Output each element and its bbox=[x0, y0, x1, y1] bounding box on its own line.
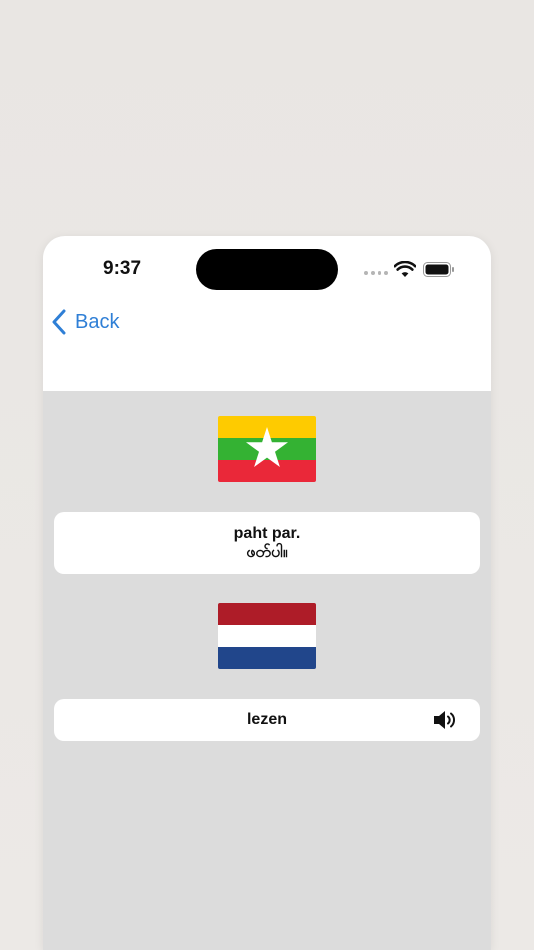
status-time: 9:37 bbox=[103, 258, 142, 279]
wifi-icon bbox=[394, 261, 416, 277]
burmese-script-text: ဖတ်ပါ။ bbox=[246, 544, 288, 561]
back-button[interactable]: Back bbox=[51, 308, 119, 336]
dutch-word-text: lezen bbox=[246, 711, 287, 728]
dynamic-island bbox=[196, 249, 338, 290]
speaker-icon[interactable] bbox=[432, 709, 456, 731]
source-phrase-card[interactable]: paht par. ဖတ်ပါ။ bbox=[54, 512, 480, 574]
battery-icon bbox=[423, 262, 454, 277]
romanization-text: paht par. bbox=[233, 525, 301, 542]
phone-screen: 9:37 Back paht par. ဖတ်ပါ။ lezen bbox=[43, 236, 491, 950]
target-word-card[interactable]: lezen bbox=[54, 699, 480, 741]
back-label: Back bbox=[75, 310, 120, 333]
chevron-left-icon bbox=[52, 309, 66, 335]
cellular-dots-icon bbox=[364, 271, 388, 277]
myanmar-flag-icon bbox=[218, 416, 316, 482]
navigation-header: 9:37 Back bbox=[43, 236, 491, 391]
netherlands-flag-icon bbox=[218, 603, 316, 669]
